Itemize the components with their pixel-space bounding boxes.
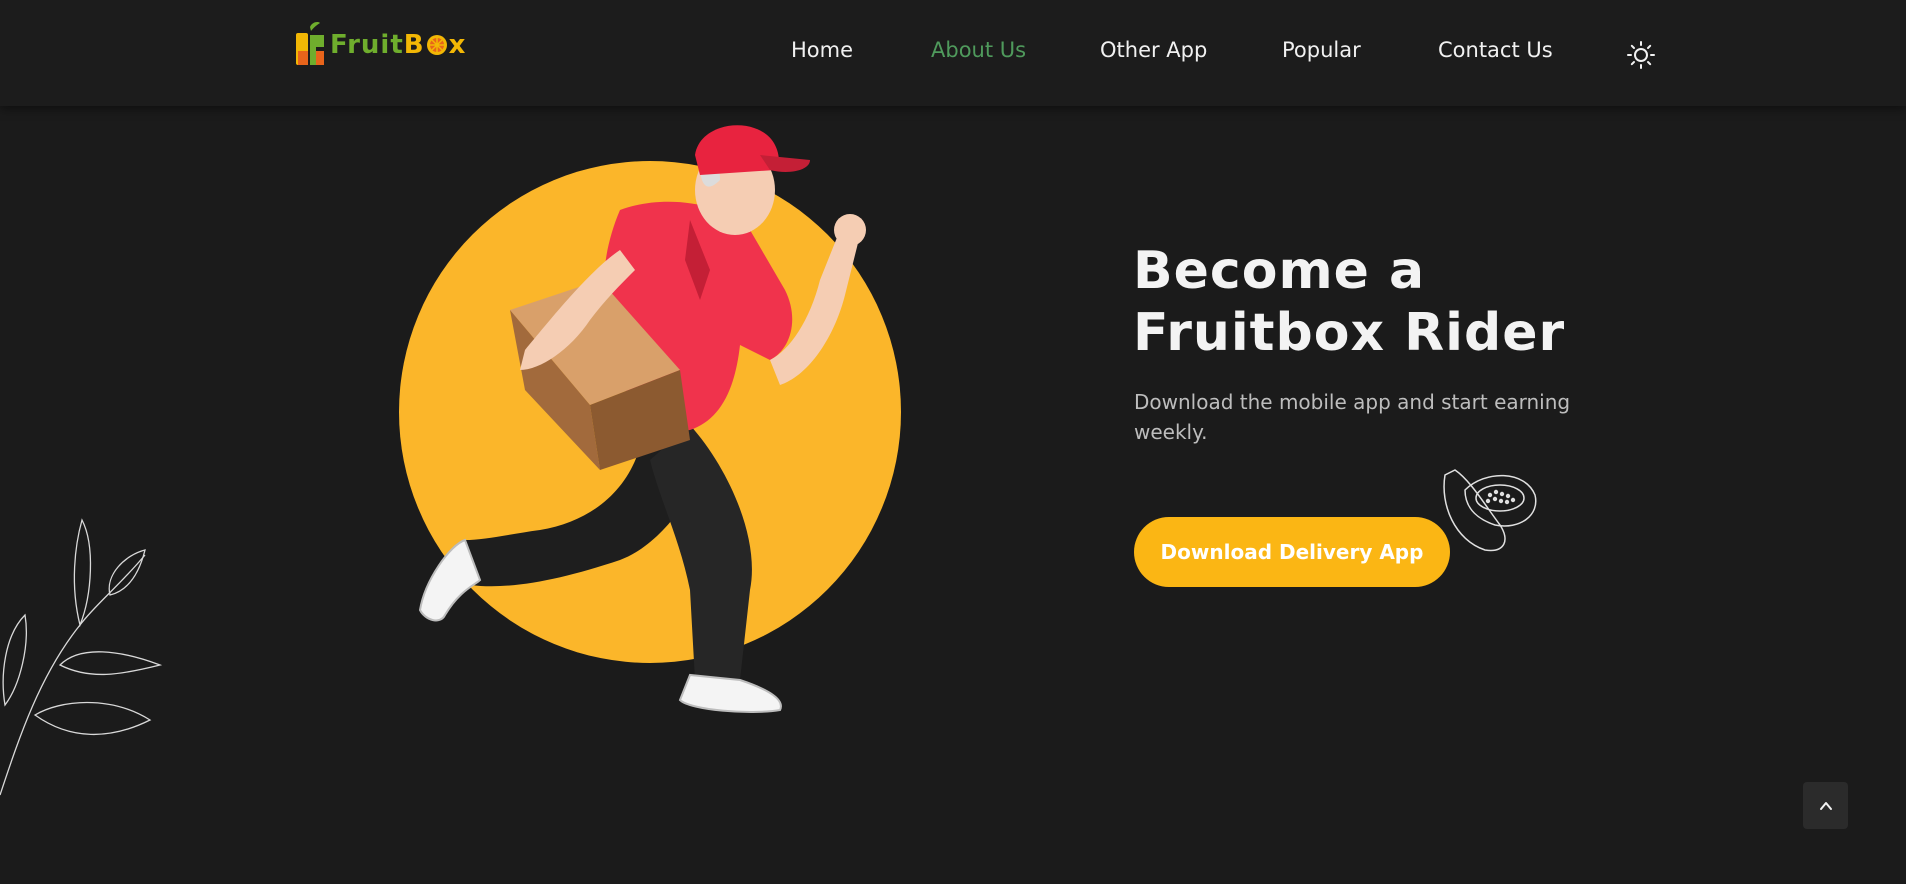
- logo-letter-b: B: [403, 30, 425, 60]
- logo-word-fruit: Fruit: [330, 30, 404, 60]
- hero-title: Become a Fruitbox Rider: [1133, 240, 1633, 364]
- scroll-to-top-button[interactable]: [1803, 782, 1848, 829]
- papaya-sketch-icon: [1443, 469, 1537, 552]
- delivery-rider-illustration: [399, 125, 901, 713]
- hero-subtitle: Download the mobile app and start earnin…: [1134, 390, 1571, 444]
- nav-item-about-us[interactable]: About Us: [931, 38, 1026, 62]
- nav-item-home[interactable]: Home: [791, 38, 853, 62]
- orange-slice-icon: [426, 35, 447, 55]
- hero-title-line-1: Become a: [1133, 241, 1426, 301]
- fruitbox-logo[interactable]: Fruit B x: [294, 20, 484, 70]
- nav-item-contact-us[interactable]: Contact Us: [1438, 38, 1553, 62]
- logo-wordmark: Fruit B x: [330, 30, 466, 60]
- sun-icon[interactable]: [1626, 40, 1656, 70]
- nav-item-other-app[interactable]: Other App: [1100, 38, 1207, 62]
- logo-letter-x: x: [448, 30, 467, 60]
- nav-item-popular[interactable]: Popular: [1282, 38, 1361, 62]
- chevron-up-icon: [1819, 801, 1832, 810]
- fruitbox-logo-icon: [296, 22, 324, 65]
- leaf-branch-sketch: [0, 518, 163, 796]
- hero-title-line-2: Fruitbox Rider: [1133, 303, 1566, 363]
- download-delivery-app-button[interactable]: Download Delivery App: [1134, 517, 1450, 587]
- top-navbar: Fruit B x Home About Us Other App Popula…: [0, 0, 1906, 106]
